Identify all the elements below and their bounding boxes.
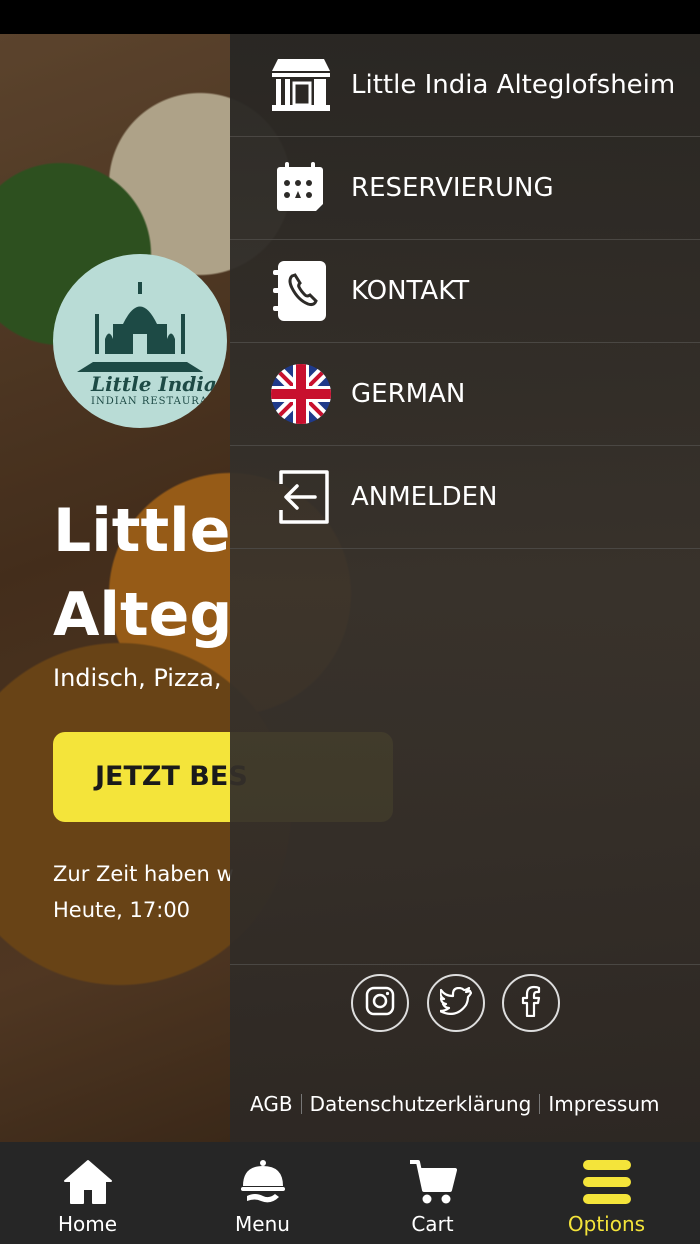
logo-subtitle: INDIAN RESTAURANT	[91, 396, 226, 407]
restaurant-logo: Little India INDIAN RESTAURANT	[53, 254, 227, 428]
nav-home[interactable]: Home	[0, 1142, 175, 1244]
drawer-item-reservation[interactable]: RESERVIERUNG	[230, 137, 700, 240]
side-drawer: Little India Alteglofsheim RESERVIERUNG	[230, 34, 700, 1142]
cart-icon	[408, 1156, 458, 1208]
link-separator	[300, 1094, 302, 1114]
nav-cart-label: Cart	[411, 1212, 454, 1236]
drawer-item-login[interactable]: ANMELDEN	[230, 446, 700, 549]
title-line-2: Alteg	[53, 580, 233, 650]
title-line-1: Little	[53, 496, 231, 566]
nav-menu[interactable]: Menu	[175, 1142, 350, 1244]
cuisine-subtitle: Indisch, Pizza,	[53, 664, 222, 692]
imprint-link[interactable]: Impressum	[548, 1092, 659, 1116]
opening-status: Zur Zeit haben w Heute, 17:00	[53, 856, 234, 928]
login-icon	[270, 466, 332, 528]
drawer-item-contact[interactable]: KONTAKT	[230, 240, 700, 343]
restaurant-title: Little Alteg	[53, 489, 232, 657]
bottom-navigation: Home Menu Cart Options	[0, 1142, 700, 1244]
restaurant-icon	[270, 54, 332, 116]
twitter-icon	[438, 986, 473, 1019]
closed-notice: Zur Zeit haben w	[53, 862, 234, 886]
link-separator	[539, 1094, 541, 1114]
logo-script-text: Little India	[91, 372, 217, 396]
drawer-item-label: KONTAKT	[351, 276, 470, 306]
phone-book-icon	[270, 260, 332, 322]
twitter-button[interactable]	[427, 974, 485, 1032]
facebook-button[interactable]	[502, 974, 560, 1032]
drawer-item-label: GERMAN	[351, 379, 466, 409]
agb-link[interactable]: AGB	[250, 1092, 293, 1116]
drawer-item-language[interactable]: GERMAN	[230, 343, 700, 446]
status-bar	[0, 0, 700, 34]
nav-options[interactable]: Options	[519, 1142, 694, 1244]
menu-bars-icon	[582, 1156, 632, 1208]
drawer-item-label: ANMELDEN	[351, 482, 498, 512]
nav-options-label: Options	[567, 1212, 646, 1236]
legal-links: AGB Datenschutzerklärung Impressum	[250, 1092, 660, 1116]
instagram-icon	[365, 986, 395, 1020]
serving-dish-icon	[239, 1156, 287, 1208]
uk-flag-icon	[270, 363, 332, 425]
next-opening-time: Heute, 17:00	[53, 898, 191, 922]
privacy-link[interactable]: Datenschutzerklärung	[310, 1092, 532, 1116]
facebook-icon	[521, 985, 541, 1021]
drawer-item-restaurant[interactable]: Little India Alteglofsheim	[230, 34, 700, 137]
home-icon	[63, 1156, 113, 1208]
instagram-button[interactable]	[351, 974, 409, 1032]
nav-menu-label: Menu	[235, 1212, 290, 1236]
social-divider	[230, 964, 700, 965]
drawer-item-label: Little India Alteglofsheim	[351, 70, 676, 100]
drawer-item-label: RESERVIERUNG	[351, 173, 554, 203]
nav-home-label: Home	[57, 1212, 118, 1236]
nav-cart[interactable]: Cart	[345, 1142, 520, 1244]
calendar-icon	[270, 157, 332, 219]
